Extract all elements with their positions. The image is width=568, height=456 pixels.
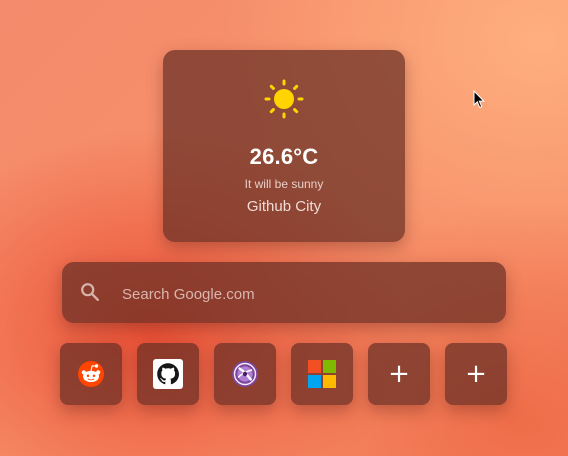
add-shortcut-button[interactable]: + — [368, 343, 430, 405]
weather-widget: 26.6°C It will be sunny Github City — [163, 50, 405, 242]
weather-description: It will be sunny — [244, 177, 324, 191]
shortcut-tor-browser[interactable] — [214, 343, 276, 405]
plus-icon: + — [388, 359, 410, 389]
shortcut-microsoft[interactable] — [291, 343, 353, 405]
github-icon — [153, 359, 183, 389]
shortcut-reddit[interactable] — [60, 343, 122, 405]
temperature: 26.6°C — [249, 144, 319, 169]
mouse-cursor-icon — [473, 90, 485, 109]
reddit-icon — [78, 361, 104, 387]
search-icon[interactable] — [79, 281, 101, 303]
sun-icon — [264, 79, 304, 119]
tor-browser-icon — [232, 361, 258, 387]
search-input[interactable] — [120, 278, 494, 310]
city-name: Github City — [246, 198, 322, 215]
search-bar[interactable] — [62, 262, 506, 323]
shortcut-github[interactable] — [137, 343, 199, 405]
microsoft-icon — [308, 360, 336, 388]
add-shortcut-button[interactable]: + — [445, 343, 507, 405]
plus-icon: + — [465, 359, 487, 389]
